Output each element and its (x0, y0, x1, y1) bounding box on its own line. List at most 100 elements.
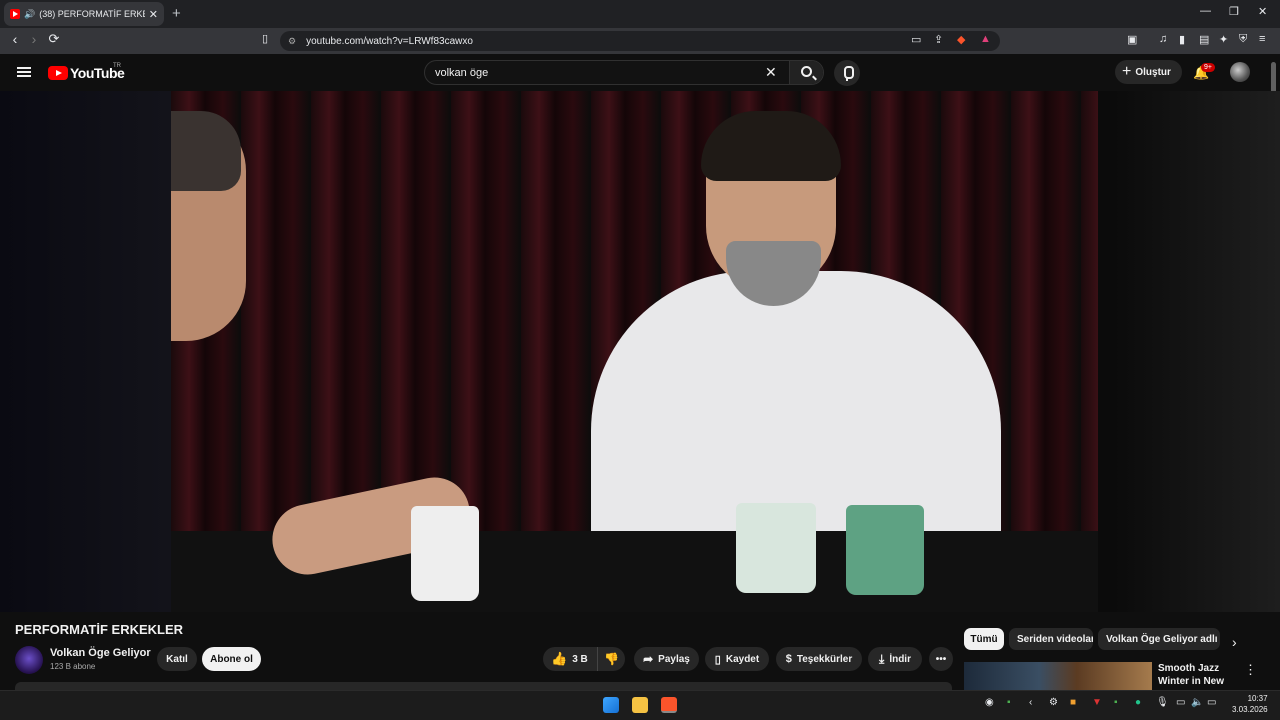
download-button[interactable]: ⤓ İndir (868, 647, 922, 671)
video-frame-hair (701, 111, 841, 181)
dislike-button[interactable]: 👎 (597, 647, 625, 671)
join-label: Katıl (166, 653, 188, 665)
browser-titlebar (0, 0, 1280, 28)
country-code: TR (113, 63, 121, 69)
search-button[interactable] (789, 61, 823, 84)
clock-date: 3.03.2026 (1232, 705, 1268, 714)
share-label: Paylaş (658, 653, 690, 665)
video-frame-hair-left (171, 111, 241, 191)
notification-badge: 9+ (1201, 63, 1215, 72)
video-title: PERFORMATİF ERKEKLER (15, 622, 184, 637)
description-box[interactable] (15, 682, 952, 690)
thumbs-up-icon: 👍 (551, 651, 568, 666)
download-label: İndir (889, 653, 911, 665)
site-info-icon[interactable]: ⚙ (288, 36, 296, 47)
tray-green-icon[interactable]: ▪ (1114, 697, 1118, 708)
thumbs-down-icon: 👎 (604, 652, 619, 666)
save-button[interactable]: ▯ Kaydet (705, 647, 769, 671)
youtube-favicon-icon (10, 9, 20, 19)
url-text: youtube.com/watch?v=LRWf83cawxo (306, 35, 473, 47)
minimize-icon[interactable]: — (1200, 5, 1211, 17)
tray-steam-icon[interactable]: ⚙ (1049, 697, 1058, 708)
subscribe-label: Abone ol (210, 653, 253, 665)
network-icon[interactable]: ▭ (1176, 697, 1185, 708)
bookmark-icon[interactable]: ▯ (256, 32, 274, 45)
channel-name[interactable]: Volkan Öge Geliyor (50, 647, 151, 659)
volume-icon[interactable]: 🔈 (1191, 697, 1203, 708)
more-vertical-icon[interactable]: ⋮ (1244, 662, 1257, 678)
voice-search-button[interactable] (834, 60, 860, 86)
tray-arrow-icon[interactable]: ‹ (1029, 697, 1032, 708)
back-icon[interactable]: ‹ (6, 31, 24, 47)
new-tab-button[interactable]: + (172, 5, 181, 22)
tray-shield-icon[interactable]: ▼ (1092, 697, 1102, 708)
video-player[interactable] (171, 91, 1098, 612)
save-icon: ▯ (714, 653, 721, 666)
create-label: Oluştur (1135, 66, 1171, 78)
chip-all[interactable]: Tümü (964, 628, 1004, 650)
subscribe-button[interactable]: Abone ol (202, 647, 261, 671)
rewards-icon[interactable]: ▲ (980, 33, 991, 45)
thanks-label: Teşekkürler (796, 653, 853, 665)
reload-icon[interactable]: ⟳ (45, 31, 63, 47)
tray-app-icon[interactable]: ◉ (985, 697, 994, 708)
hamburger-menu-icon[interactable] (17, 67, 31, 77)
join-button[interactable]: Katıl (157, 647, 197, 671)
tray-vpn-icon[interactable]: ● (1135, 697, 1141, 708)
search-input[interactable] (425, 61, 785, 84)
like-button[interactable]: 👍 3 B (543, 647, 597, 671)
tray-warning-icon[interactable]: ■ (1070, 697, 1076, 708)
brave-browser-icon[interactable] (661, 697, 677, 713)
thanks-button[interactable]: $ Teşekkürler (776, 647, 862, 671)
chip-channel-uploads[interactable]: Volkan Öge Geliyor adlı yük (1098, 628, 1220, 650)
video-frame-mug-green (846, 505, 924, 595)
file-explorer-icon[interactable] (632, 697, 648, 713)
sidebar-icon[interactable]: ▮ (1179, 33, 1185, 46)
plus-icon: + (1122, 63, 1132, 80)
speaker-icon[interactable]: 🔊 (24, 9, 35, 20)
wallet-icon[interactable]: ▤ (1199, 33, 1209, 46)
share-page-icon[interactable]: ⇪ (934, 33, 943, 46)
browser-tab[interactable]: 🔊 (38) PERFORMATİF ERKEKLER ✕ (4, 2, 164, 26)
channel-avatar[interactable] (15, 646, 43, 674)
thanks-icon: $ (785, 653, 792, 665)
cast-icon[interactable]: ▭ (911, 33, 921, 46)
like-count: 3 B (572, 653, 588, 665)
more-horizontal-icon: ••• (935, 653, 947, 665)
clock-time: 10:37 (1247, 694, 1268, 703)
tray-nvidia-icon[interactable]: ▪ (1007, 697, 1011, 708)
youtube-logo[interactable]: YouTube TR (48, 63, 125, 81)
music-icon[interactable]: ♫ (1159, 33, 1167, 45)
search-box: ✕ (424, 60, 824, 85)
brave-shield-icon[interactable]: ◆ (957, 33, 965, 46)
video-frame-mug-white (736, 503, 816, 593)
forward-icon[interactable]: › (25, 31, 43, 47)
video-frame-mug-white-left (411, 506, 479, 601)
screenshot-icon[interactable]: ▣ (1127, 33, 1137, 46)
start-icon[interactable] (603, 697, 619, 713)
create-button[interactable]: + Oluştur (1115, 60, 1182, 84)
battery-icon[interactable]: ▭ (1207, 697, 1216, 708)
ai-icon[interactable]: ✦ (1219, 33, 1228, 46)
tab-title: (38) PERFORMATİF ERKEKLER (39, 9, 145, 19)
more-actions-button[interactable]: ••• (929, 647, 953, 671)
subscriber-count: 123 B abone (50, 662, 96, 671)
vpn-icon[interactable]: ⛨ (1239, 33, 1247, 46)
close-tab-icon[interactable]: ✕ (149, 8, 158, 21)
share-button[interactable]: ➦ Paylaş (634, 647, 699, 671)
chip-series-videos[interactable]: Seriden videolar (1009, 628, 1093, 650)
microphone-icon[interactable]: 🎙 (1156, 697, 1169, 708)
save-label: Kaydet (725, 653, 760, 665)
search-icon (801, 66, 812, 77)
youtube-play-icon (48, 66, 68, 80)
restore-icon[interactable]: ❐ (1229, 5, 1239, 18)
address-bar[interactable]: ⚙ youtube.com/watch?v=LRWf83cawxo (280, 31, 1000, 51)
chevron-right-icon[interactable]: › (1232, 634, 1237, 650)
share-icon: ➦ (643, 652, 654, 666)
account-avatar[interactable] (1230, 62, 1250, 82)
clear-search-icon[interactable]: ✕ (765, 64, 777, 81)
browser-menu-icon[interactable]: ≡ (1259, 33, 1265, 45)
close-window-icon[interactable]: ✕ (1258, 5, 1267, 18)
system-clock[interactable]: 10:37 3.03.2026 (1232, 693, 1268, 715)
recommendation-thumbnail[interactable] (964, 662, 1152, 690)
